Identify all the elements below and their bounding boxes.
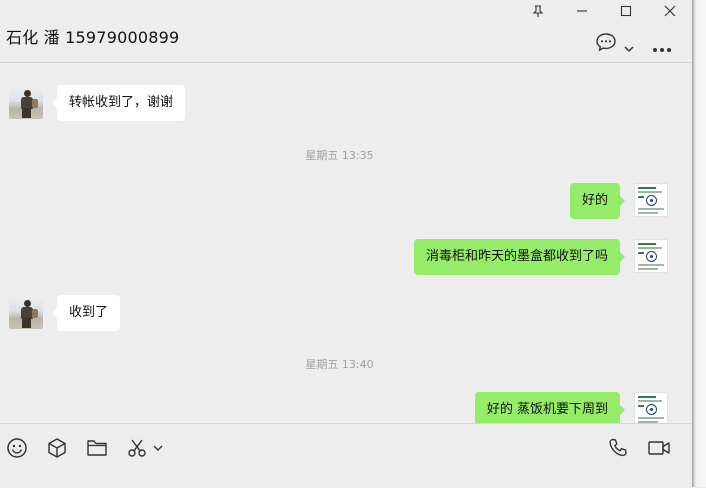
emoji-icon [7, 438, 27, 458]
input-toolbar [0, 423, 692, 488]
outgoing-message[interactable]: 好的 [569, 183, 626, 219]
folder-icon [87, 440, 107, 456]
chat-bubble-icon [596, 33, 616, 52]
voice-call-button[interactable] [606, 436, 630, 460]
user-avatar[interactable] [634, 392, 668, 423]
more-icon [653, 48, 671, 52]
scissors-icon [128, 439, 146, 457]
outgoing-message[interactable]: 消毒柜和昨天的墨盒都收到了吗 [413, 239, 626, 275]
contact-avatar[interactable] [9, 295, 43, 329]
incoming-message[interactable]: 转帐收到了，谢谢 [51, 85, 186, 121]
pin-button[interactable] [516, 0, 560, 22]
close-icon [664, 5, 676, 17]
chat-window: 石化 潘 15979000899 转帐收到了，谢谢 星期五 13:35 好的 消… [0, 0, 692, 487]
screenshot-button[interactable] [125, 436, 149, 460]
maximize-button[interactable] [604, 0, 648, 22]
outgoing-message[interactable]: 好的 蒸饭机要下周到 [474, 392, 626, 423]
window-edge [692, 0, 706, 487]
pin-icon [532, 4, 544, 17]
chat-info-button[interactable] [595, 32, 617, 56]
chat-title: 石化 潘 15979000899 [6, 28, 180, 47]
chevron-down-icon [624, 46, 634, 53]
user-avatar[interactable] [634, 183, 668, 217]
favorites-button[interactable] [45, 436, 69, 460]
more-button[interactable] [652, 38, 672, 57]
chat-info-dropdown[interactable] [624, 38, 634, 57]
chat-header: 石化 潘 15979000899 [0, 0, 692, 63]
maximize-icon [620, 5, 632, 17]
incoming-message[interactable]: 收到了 [51, 295, 121, 331]
screenshot-options-button[interactable] [151, 436, 165, 460]
video-call-button[interactable] [646, 436, 672, 460]
message-list[interactable]: 转帐收到了，谢谢 星期五 13:35 好的 消毒柜和昨天的墨盒都收到了吗 收到了… [0, 63, 692, 423]
timestamp: 星期五 13:40 [305, 358, 374, 371]
send-file-button[interactable] [85, 436, 109, 460]
emoji-button[interactable] [5, 436, 29, 460]
phone-icon [609, 438, 627, 457]
close-button[interactable] [648, 0, 692, 22]
timestamp: 星期五 13:35 [305, 149, 374, 162]
video-icon [648, 441, 670, 455]
cube-icon [48, 438, 66, 458]
user-avatar[interactable] [634, 239, 668, 273]
minimize-icon [577, 10, 587, 12]
minimize-button[interactable] [560, 0, 604, 22]
contact-avatar[interactable] [9, 85, 43, 119]
chevron-down-icon [153, 445, 163, 451]
